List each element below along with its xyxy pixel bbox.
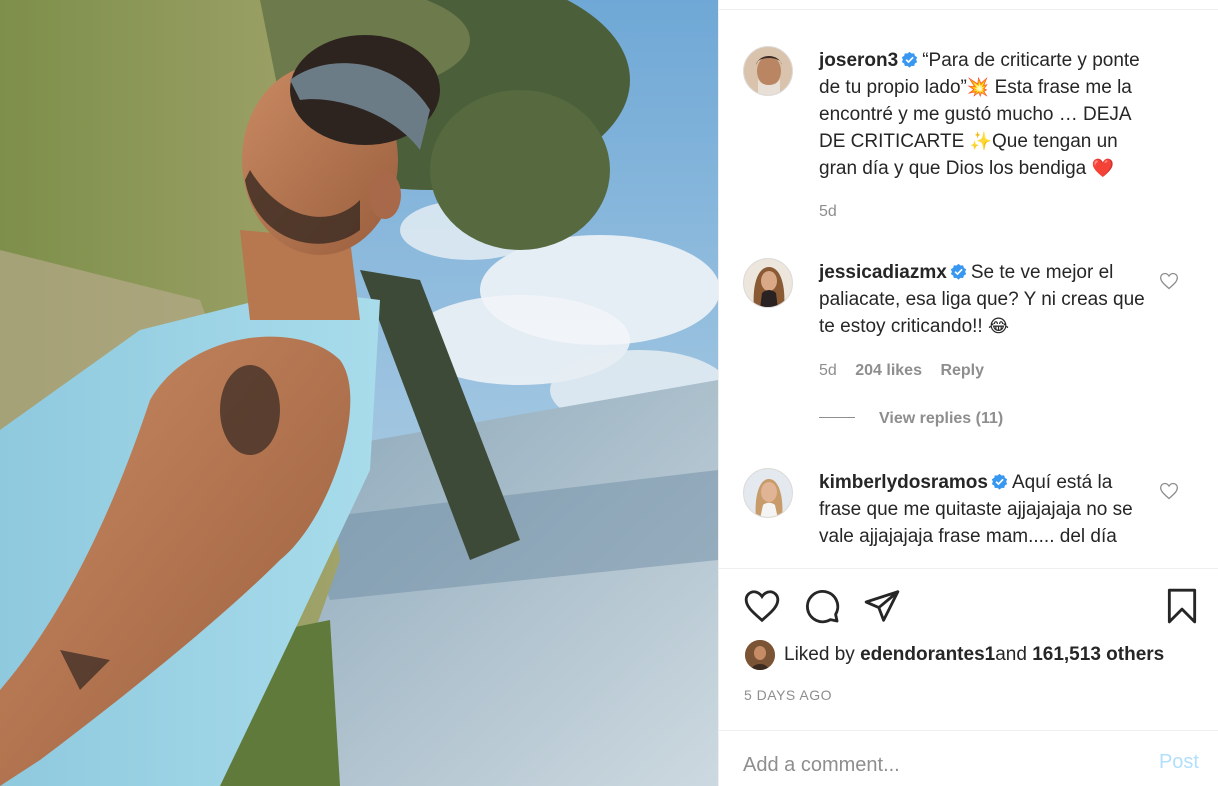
liked-by-prefix: Liked by [784, 644, 855, 665]
comment-like-heart-icon[interactable] [1159, 271, 1179, 291]
commenter-avatar[interactable] [743, 468, 793, 518]
comment-like-heart-icon[interactable] [1159, 481, 1179, 501]
comment-input[interactable] [743, 745, 1133, 785]
comment-likes-count[interactable]: 204 likes [855, 362, 922, 379]
liked-by-others[interactable]: 161,513 others [1032, 644, 1164, 666]
verified-badge-icon [902, 51, 918, 68]
liker-avatar[interactable] [745, 640, 775, 670]
post-date[interactable]: 5 DAYS AGO [744, 687, 832, 703]
view-replies-label: View replies (11) [879, 410, 1004, 427]
post-side-panel: joseron3 “Para de criticarte y ponte de t… [718, 0, 1218, 786]
post-comment-button[interactable]: Post [1159, 751, 1199, 774]
verified-badge-icon [950, 263, 966, 280]
sparkles-emoji-icon: ✨ [969, 131, 993, 152]
caption-meta: 5d [819, 203, 851, 221]
commenter-username[interactable]: kimberlydosramos [819, 472, 988, 493]
header-divider [719, 0, 1218, 10]
post-caption: joseron3 “Para de criticarte y ponte de t… [819, 47, 1159, 182]
save-bookmark-icon[interactable] [1163, 587, 1201, 625]
liked-by-row: Liked by edendorantes1 and 161,513 other… [745, 639, 1164, 671]
comments-scroll-area[interactable]: joseron3 “Para de criticarte y ponte de t… [719, 11, 1218, 568]
action-bar: Liked by edendorantes1 and 161,513 other… [719, 568, 1218, 730]
explosion-emoji-icon: 💥 [966, 77, 990, 98]
replies-divider [819, 417, 855, 418]
verified-badge-icon [991, 473, 1008, 490]
author-username[interactable]: joseron3 [819, 50, 898, 71]
comment-meta: 5d 204 likes Reply [819, 362, 998, 380]
red-heart-emoji-icon: ❤️ [1091, 158, 1114, 179]
share-paper-plane-icon[interactable] [863, 587, 901, 625]
post-photo [0, 0, 718, 786]
comment-body: kimberlydosramos Aquí está la frase que m… [819, 469, 1159, 550]
comment-bubble-icon[interactable] [803, 587, 841, 625]
comment-body: jessicadiazmx Se te ve mejor el paliacate… [819, 259, 1159, 340]
view-replies-button[interactable]: View replies (11) [819, 410, 1003, 428]
reply-button[interactable]: Reply [940, 362, 984, 379]
author-avatar[interactable] [743, 46, 793, 96]
add-comment-bar: Post [719, 730, 1218, 786]
commenter-username[interactable]: jessicadiazmx [819, 262, 947, 283]
laughing-emoji-icon: 😂 [987, 316, 1010, 337]
commenter-avatar[interactable] [743, 258, 793, 308]
comment-age[interactable]: 5d [819, 362, 837, 379]
liked-by-middle: and [995, 644, 1027, 665]
liked-by-user[interactable]: edendorantes1 [860, 644, 995, 666]
like-heart-icon[interactable] [743, 587, 781, 625]
caption-age[interactable]: 5d [819, 203, 837, 220]
